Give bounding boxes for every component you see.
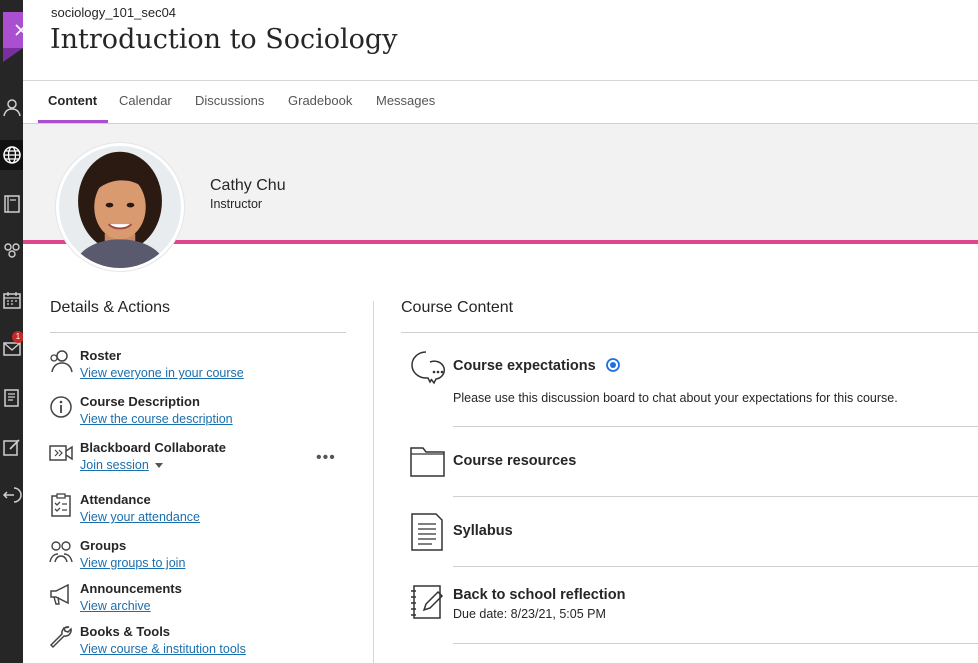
- groups-title: Groups: [80, 538, 127, 553]
- profile-icon[interactable]: [1, 96, 23, 118]
- reflection-title[interactable]: Back to school reflection: [453, 587, 625, 603]
- reflection-due-date: Due date: 8/23/21, 5:05 PM: [453, 607, 606, 621]
- edit-icon[interactable]: [1, 436, 23, 458]
- join-session-link[interactable]: Join session: [80, 458, 163, 472]
- roster-title: Roster: [80, 348, 122, 363]
- attendance-link[interactable]: View your attendance: [80, 510, 200, 524]
- clipboard-icon: [48, 492, 74, 518]
- course-expectations-title[interactable]: Course expectations: [453, 358, 620, 374]
- course-id: sociology_101_sec04: [51, 5, 177, 20]
- new-activity-icon: [605, 358, 620, 372]
- people-icon[interactable]: [1, 240, 23, 262]
- books-tools-title: Books & Tools: [80, 624, 171, 639]
- course-header: sociology_101_sec04 Introduction to Soci…: [23, 0, 978, 81]
- roster-link[interactable]: View everyone in your course: [80, 366, 244, 380]
- item-divider: [453, 643, 978, 644]
- instructor-avatar[interactable]: [56, 143, 184, 271]
- megaphone-icon: [48, 581, 74, 607]
- document-icon: [408, 512, 448, 552]
- announcements-link[interactable]: View archive: [80, 599, 151, 613]
- folder-icon: [408, 442, 448, 482]
- tab-messages[interactable]: Messages: [376, 93, 435, 108]
- collaborate-title: Blackboard Collaborate: [80, 440, 226, 455]
- tab-content[interactable]: Content: [48, 93, 97, 108]
- tab-calendar[interactable]: Calendar: [119, 93, 172, 108]
- info-icon: [48, 394, 74, 420]
- attendance-title: Attendance: [80, 492, 151, 507]
- book-icon[interactable]: [1, 193, 23, 215]
- tab-discussions[interactable]: Discussions: [195, 93, 264, 108]
- more-options-button[interactable]: •••: [316, 450, 335, 468]
- sign-out-icon[interactable]: [1, 484, 23, 506]
- close-tab-tail: [3, 48, 23, 62]
- books-tools-link[interactable]: View course & institution tools: [80, 642, 246, 656]
- chevron-down-icon[interactable]: [154, 463, 163, 469]
- groups-icon: [48, 538, 74, 564]
- course-title: Introduction to Sociology: [50, 24, 398, 55]
- tab-gradebook[interactable]: Gradebook: [288, 93, 352, 108]
- course-content-heading: Course Content: [401, 299, 514, 316]
- item-divider: [453, 496, 978, 497]
- active-tab-indicator: [38, 120, 108, 123]
- journal-icon: [408, 582, 448, 622]
- calendar-icon[interactable]: [1, 289, 23, 311]
- course-description-link[interactable]: View the course description: [80, 412, 233, 426]
- course-content-divider: [401, 332, 978, 333]
- instructor-name[interactable]: Cathy Chu: [210, 177, 286, 195]
- course-description-title: Course Description: [80, 394, 200, 409]
- course-tabs: Content Calendar Discussions Gradebook M…: [23, 81, 978, 124]
- collaborate-icon: [48, 440, 74, 466]
- roster-icon: [48, 348, 74, 374]
- join-session-label[interactable]: Join session: [80, 458, 149, 472]
- details-divider: [50, 332, 346, 333]
- discussion-icon: [408, 348, 448, 388]
- course-expectations-label[interactable]: Course expectations: [453, 358, 596, 374]
- nav-rail: 1: [0, 0, 23, 663]
- wrench-icon: [48, 624, 74, 650]
- groups-link[interactable]: View groups to join: [80, 556, 185, 570]
- mail-badge: 1: [12, 331, 23, 343]
- course-expectations-description: Please use this discussion board to chat…: [453, 391, 898, 405]
- column-divider: [373, 301, 374, 663]
- item-divider: [453, 426, 978, 427]
- details-actions-heading: Details & Actions: [50, 299, 171, 316]
- notes-icon[interactable]: [1, 387, 23, 409]
- globe-icon[interactable]: [0, 140, 23, 170]
- item-divider: [453, 566, 978, 567]
- course-resources-title[interactable]: Course resources: [453, 453, 576, 469]
- announcements-title: Announcements: [80, 581, 182, 596]
- instructor-role: Instructor: [210, 197, 263, 211]
- syllabus-title[interactable]: Syllabus: [453, 523, 513, 539]
